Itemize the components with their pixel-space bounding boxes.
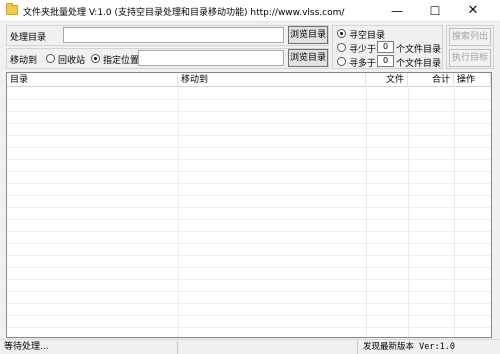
recycle-bin-radio[interactable] [46,54,55,63]
specified-location-label[interactable]: 指定位置 [103,53,139,66]
move-browse-button[interactable]: 浏览目录 [288,49,328,67]
empty-dir-radio[interactable] [337,29,346,38]
specified-location-radio[interactable] [91,54,100,63]
less-than-count-input[interactable]: 0 [377,41,394,53]
less-than-suffix: 个文件目录 [396,45,442,55]
column-header-move-to[interactable]: 移动到 [178,73,366,87]
column-divider [408,88,409,337]
source-label: 处理目录 [10,33,47,43]
list-rows [7,88,491,337]
column-header-action[interactable]: 操作 [454,73,491,87]
less-than-label[interactable]: 寻少于 [349,42,376,55]
column-divider [366,88,367,337]
column-header-total[interactable]: 合计 [408,73,454,87]
close-button[interactable]: ✕ [456,0,490,22]
less-than-radio[interactable] [337,43,346,52]
status-version: 发现最新版本 Ver:1.0 [363,342,455,352]
more-than-label[interactable]: 寻多于 [349,56,376,69]
status-bar: 等待处理... 发现最新版本 Ver:1.0 [0,339,500,354]
filter-group: 寻空目录 寻少于 0 个文件目录 寻多于 0 个文件目录 [332,25,443,69]
maximize-button[interactable]: ☐ [418,0,452,22]
source-path-input[interactable] [63,27,284,43]
actions-group: 搜索列出 执行目标 [446,25,494,69]
more-than-radio[interactable] [337,57,346,66]
list-header: 目录 移动到 文件 合计 操作 [7,73,491,87]
column-header-directory[interactable]: 目录 [7,73,178,87]
column-divider [178,88,179,337]
column-header-files[interactable]: 文件 [366,73,408,87]
minimize-button[interactable]: — [380,0,414,22]
search-list-button[interactable]: 搜索列出 [449,28,491,46]
move-path-input[interactable] [138,50,284,66]
empty-dir-label[interactable]: 寻空目录 [349,28,385,41]
status-message: 等待处理... [2,341,178,354]
move-group: 移动到 回收站 指定位置 浏览目录 [6,48,329,69]
window-title: 文件夹批量处理 V:1.0 (支持空目录处理和目录移动功能) http://ww… [23,8,345,18]
results-list[interactable]: 目录 移动到 文件 合计 操作 [6,72,492,338]
more-than-count-input[interactable]: 0 [377,55,394,67]
execute-button[interactable]: 执行目标 [449,49,491,67]
folder-icon [6,3,18,15]
source-browse-button[interactable]: 浏览目录 [288,26,328,44]
move-label: 移动到 [10,56,38,66]
source-group: 处理目录 浏览目录 [6,25,329,46]
status-middle [180,341,358,354]
more-than-suffix: 个文件目录 [396,59,442,69]
title-bar: 文件夹批量处理 V:1.0 (支持空目录处理和目录移动功能) http://ww… [0,0,500,22]
recycle-bin-label[interactable]: 回收站 [58,53,85,66]
column-divider [454,88,455,337]
